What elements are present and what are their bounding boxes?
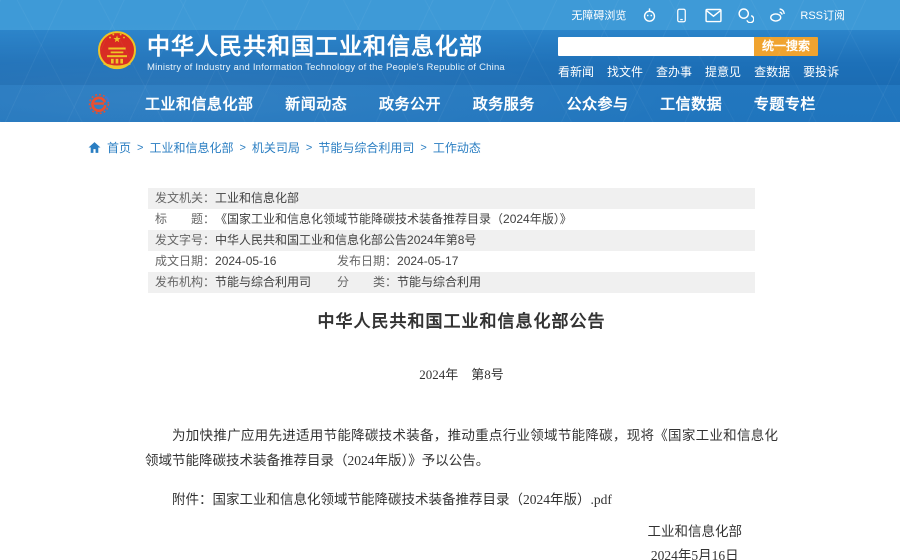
signature-block: 工业和信息化部 2024年5月16日 xyxy=(145,520,778,560)
main-nav: 工业和信息化部 新闻动态 政务公开 政务服务 公众参与 工信数据 专题专栏 xyxy=(145,85,816,122)
meta-value: 中华人民共和国工业和信息化部公告2024年第8号 xyxy=(215,230,476,251)
quick-links: 看新闻 找文件 查办事 提意见 查数据 要投诉 xyxy=(558,63,839,80)
breadcrumb-energy-dept[interactable]: 节能与综合利用司 xyxy=(318,139,414,156)
site-title-block: 中华人民共和国工业和信息化部 Ministry of Industry and … xyxy=(147,32,505,73)
meta-label: 分 类： xyxy=(337,272,397,293)
site-header: 中华人民共和国工业和信息化部 Ministry of Industry and … xyxy=(0,30,900,85)
meta-row-dates: 成文日期：2024-05-16 发布日期：2024-05-17 xyxy=(148,251,755,272)
nav-item-topics[interactable]: 专题专栏 xyxy=(754,93,816,114)
meta-label: 发布机构： xyxy=(155,272,215,293)
meta-label: 标 题： xyxy=(155,209,215,230)
breadcrumb: 首页 > 工业和信息化部 > 机关司局 > 节能与综合利用司 > 工作动态 xyxy=(88,139,481,156)
breadcrumb-separator: > xyxy=(239,142,245,154)
main-nav-bar: 工业和信息化部 新闻动态 政务公开 政务服务 公众参与 工信数据 专题专栏 xyxy=(0,85,900,122)
quick-link-files[interactable]: 找文件 xyxy=(607,63,643,80)
quick-link-data[interactable]: 查数据 xyxy=(754,63,790,80)
attachment-pdf-link[interactable]: 国家工业和信息化领域节能降碳技术装备推荐目录（2024年版）.pdf xyxy=(213,492,612,507)
breadcrumb-separator: > xyxy=(420,142,426,154)
robot-icon[interactable] xyxy=(640,6,658,24)
meta-value: 《国家工业和信息化领域节能降碳技术装备推荐目录（2024年版）》 xyxy=(215,209,572,230)
meta-value: 工业和信息化部 xyxy=(215,188,299,209)
miit-announcement-page: 无障碍浏览 xyxy=(0,0,900,560)
attachment-label: 附件： xyxy=(172,492,213,507)
meta-row-publisher-category: 发布机构：节能与综合利用司 分 类：节能与综合利用 xyxy=(148,272,755,293)
wechat-icon[interactable] xyxy=(736,6,754,24)
signer-name: 工业和信息化部 xyxy=(648,520,743,544)
nav-item-participation[interactable]: 公众参与 xyxy=(566,93,628,114)
search-button[interactable]: 统一搜索 xyxy=(754,37,818,56)
national-emblem-icon xyxy=(97,27,137,72)
rss-link[interactable]: RSS订阅 xyxy=(800,7,845,23)
breadcrumb-separator: > xyxy=(137,142,143,154)
meta-label: 发布日期： xyxy=(337,251,397,272)
mobile-icon[interactable] xyxy=(672,6,690,24)
search-bar: 统一搜索 xyxy=(558,37,818,56)
meta-value: 节能与综合利用司 xyxy=(215,272,311,293)
attachment-line: 附件：国家工业和信息化领域节能降碳技术装备推荐目录（2024年版）.pdf xyxy=(145,487,778,512)
meta-label: 成文日期： xyxy=(155,251,215,272)
miit-e-logo-icon[interactable] xyxy=(88,93,110,115)
mail-icon[interactable] xyxy=(704,6,722,24)
home-icon[interactable] xyxy=(88,141,101,154)
signature-date: 2024年5月16日 xyxy=(648,544,743,560)
breadcrumb-home[interactable]: 首页 xyxy=(107,139,131,156)
quick-link-feedback[interactable]: 提意见 xyxy=(705,63,741,80)
meta-row-issuing-agency: 发文机关：工业和信息化部 xyxy=(148,188,755,209)
accessibility-link[interactable]: 无障碍浏览 xyxy=(571,7,626,23)
search-input[interactable] xyxy=(558,37,754,56)
nav-item-gov-services[interactable]: 政务服务 xyxy=(473,93,535,114)
meta-value: 节能与综合利用 xyxy=(397,272,481,293)
utility-topbar: 无障碍浏览 xyxy=(0,0,900,30)
meta-row-title: 标 题：《国家工业和信息化领域节能降碳技术装备推荐目录（2024年版）》 xyxy=(148,209,755,230)
weibo-icon[interactable] xyxy=(768,6,786,24)
announcement-issue-number: 2024年 第8号 xyxy=(145,364,778,383)
quick-link-services[interactable]: 查办事 xyxy=(656,63,692,80)
quick-link-complaint[interactable]: 要投诉 xyxy=(803,63,839,80)
document-meta-table: 发文机关：工业和信息化部 标 题：《国家工业和信息化领域节能降碳技术装备推荐目录… xyxy=(148,188,755,293)
quick-link-news[interactable]: 看新闻 xyxy=(558,63,594,80)
nav-item-miit[interactable]: 工业和信息化部 xyxy=(145,93,254,114)
announcement-article: 中华人民共和国工业和信息化部公告 2024年 第8号 为加快推广应用先进适用节能… xyxy=(145,300,778,560)
site-title-english: Ministry of Industry and Information Tec… xyxy=(147,62,505,73)
nav-item-gov-disclosure[interactable]: 政务公开 xyxy=(379,93,441,114)
breadcrumb-current[interactable]: 工作动态 xyxy=(433,139,481,156)
meta-row-doc-number: 发文字号：中华人民共和国工业和信息化部公告2024年第8号 xyxy=(148,230,755,251)
nav-item-news[interactable]: 新闻动态 xyxy=(285,93,347,114)
site-banner: 无障碍浏览 xyxy=(0,0,900,122)
announcement-body: 为加快推广应用先进适用节能降碳技术装备，推动重点行业领域节能降碳，现将《国家工业… xyxy=(145,423,778,473)
breadcrumb-departments[interactable]: 机关司局 xyxy=(252,139,300,156)
site-title: 中华人民共和国工业和信息化部 xyxy=(147,32,505,60)
meta-value: 2024-05-17 xyxy=(397,251,458,272)
meta-value: 2024-05-16 xyxy=(215,251,276,272)
meta-label: 发文机关： xyxy=(155,188,215,209)
breadcrumb-separator: > xyxy=(306,142,312,154)
breadcrumb-miit[interactable]: 工业和信息化部 xyxy=(149,139,233,156)
meta-label: 发文字号： xyxy=(155,230,215,251)
announcement-title: 中华人民共和国工业和信息化部公告 xyxy=(145,300,778,332)
nav-item-data[interactable]: 工信数据 xyxy=(660,93,722,114)
